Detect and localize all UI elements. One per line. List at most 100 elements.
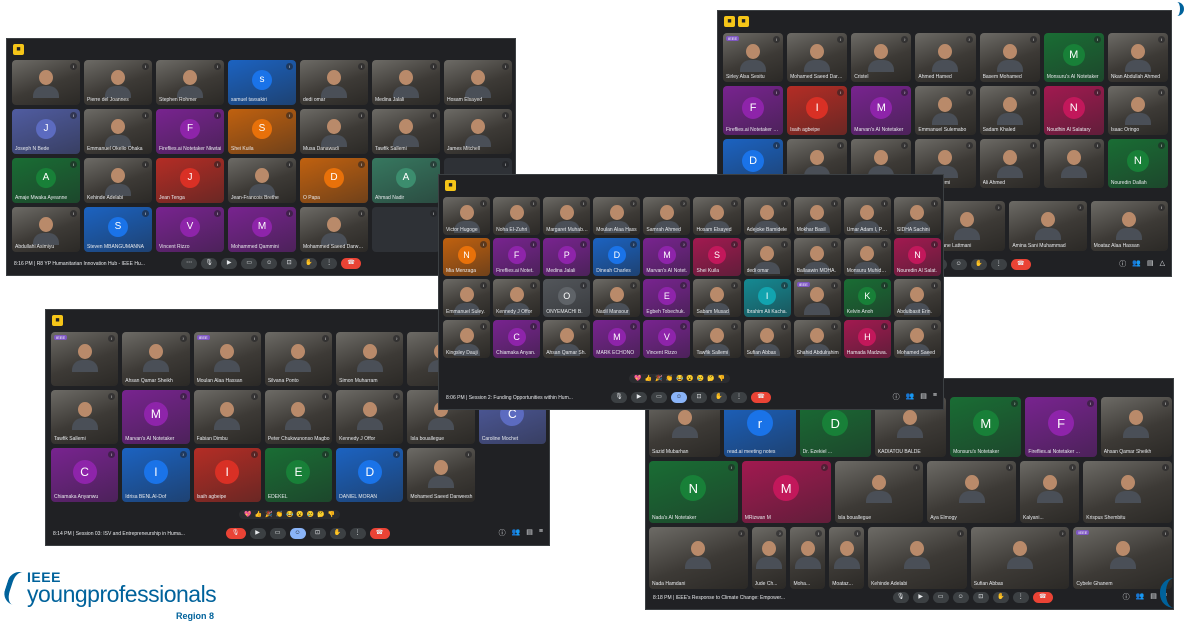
participant-tile[interactable]: ≀ Victor Hugoge xyxy=(443,197,491,235)
participant-tile[interactable]: ≀ Margaret Muhabba xyxy=(543,197,591,235)
info-icon[interactable]: ⓘ xyxy=(1119,259,1126,269)
participant-tile[interactable]: F ≀ Fireflies.ai Notet. xyxy=(493,238,541,276)
participant-tile[interactable]: ≀ Ahsan Qamar Sh. xyxy=(543,320,591,358)
present-button[interactable]: ⊡ xyxy=(972,592,989,603)
info-icon[interactable]: ⓘ xyxy=(1123,592,1130,602)
participant-tile[interactable]: ≀ xyxy=(1043,139,1104,188)
participant-tile[interactable]: F ≀ Fireflies.ai Notetaker ... xyxy=(1025,397,1097,457)
info-icon[interactable]: ⓘ xyxy=(499,528,506,538)
participant-tile[interactable]: A ≀ Amaje Mwaka Ayeanne xyxy=(12,158,80,203)
hand-button[interactable]: ✋ xyxy=(301,258,318,269)
participant-tile[interactable]: ≀ Fabian Dimbu xyxy=(193,390,261,444)
participant-tile[interactable]: N ≀ Nouredin Al Salat. xyxy=(893,238,941,276)
reaction-emoji[interactable]: 👍 xyxy=(644,375,651,382)
participant-tile[interactable]: ≀ Umar Adam I, Ph.D. xyxy=(843,197,891,235)
emoji-button[interactable]: ☺ xyxy=(261,258,278,269)
participant-tile[interactable]: N ≀ Nada's AI Notetaker xyxy=(649,461,738,523)
participant-tile[interactable]: M ≀ Marvan's AI Notet. xyxy=(643,238,691,276)
participant-tile[interactable]: N ≀ Mia Menzaga xyxy=(443,238,491,276)
participant-tile[interactable]: M ≀ Monsuru's AI Notetaker xyxy=(1043,33,1104,82)
participant-tile[interactable]: H ≀ Hamada Madzwa. xyxy=(843,320,891,358)
participant-tile[interactable]: ≀ Basem Mohamed xyxy=(979,33,1040,82)
participant-tile[interactable]: ≀ Mohammed Saeed Darweesh xyxy=(300,207,368,252)
participant-tile[interactable]: ≀ Nada Hamdani xyxy=(649,527,748,589)
participant-tile[interactable]: ≀ xyxy=(372,207,440,252)
participant-tile[interactable]: ≀ Kehinde Adelabi xyxy=(84,158,152,203)
participant-tile[interactable]: E ≀ Egbeh Tobechuk. xyxy=(643,279,691,317)
reaction-emoji[interactable]: 😂 xyxy=(286,511,293,518)
participant-tile[interactable]: ≀ Hosam Elsayed xyxy=(444,60,512,105)
participant-tile[interactable]: M ≀ Marvan's AI Notetaker xyxy=(122,390,190,444)
emoji-button[interactable]: ☺ xyxy=(671,392,687,403)
participant-tile[interactable]: S ≀ Shei Kuila xyxy=(228,109,296,154)
participant-tile[interactable]: ≀ Adejoke Bamidele xyxy=(743,197,791,235)
participant-tile[interactable]: ≀ Mohamed Saeed xyxy=(893,320,941,358)
participant-tile[interactable]: P ≀ Medina Jalali xyxy=(543,238,591,276)
participant-tile[interactable]: ≀ Medina Jalali xyxy=(372,60,440,105)
camera-button[interactable]: ▶ xyxy=(912,592,929,603)
activities-icon[interactable]: ≡ xyxy=(933,392,937,402)
participant-tile[interactable]: I ≀ Isaih agbeipe xyxy=(193,448,261,502)
participant-tile[interactable]: IEEE ≀ xyxy=(793,279,841,317)
more-button[interactable]: ⋮ xyxy=(1012,592,1029,603)
hand-button[interactable]: ✋ xyxy=(711,392,727,403)
participant-tile[interactable]: ≀ Abdulbasit Erin. xyxy=(893,279,941,317)
reaction-bar[interactable]: 💖 👍 🎉 👏 😂 😮 😢 🤔 👎 xyxy=(629,374,731,383)
reaction-emoji[interactable]: 👎 xyxy=(328,511,335,518)
participant-tile[interactable]: ≀ xyxy=(12,60,80,105)
reaction-emoji[interactable]: 💖 xyxy=(244,511,251,518)
people-icon[interactable]: 👥 xyxy=(512,528,521,538)
participant-tile[interactable]: ≀ Krispus Shembitu xyxy=(1083,461,1172,523)
participant-tile[interactable]: ≀ Moataz Alaa Hassan xyxy=(1090,201,1168,251)
participant-tile[interactable]: ≀ dedi omar xyxy=(300,60,368,105)
participant-tile[interactable]: ≀ Kehinde Adelabi xyxy=(868,527,967,589)
participant-tile[interactable]: ≀ Noha EI-Zuhri xyxy=(493,197,541,235)
more-button[interactable]: ⋮ xyxy=(349,528,366,539)
participant-tile[interactable]: ≀ Samrah Ahmed xyxy=(643,197,691,235)
participant-tile[interactable]: ≀ Emmanuel Okello Ohaka xyxy=(84,109,152,154)
reaction-emoji[interactable]: 👍 xyxy=(254,511,261,518)
participant-tile[interactable]: M ≀ MARK ECHONO xyxy=(593,320,641,358)
participant-tile[interactable]: ≀ Amina Sani Muhammad xyxy=(1009,201,1087,251)
reaction-emoji[interactable]: 😢 xyxy=(307,511,314,518)
participant-tile[interactable]: ≀ Kennedy J Offor xyxy=(336,390,404,444)
present-button[interactable]: ⊡ xyxy=(309,528,326,539)
participant-tile[interactable]: ≀ Sufian Abbas xyxy=(743,320,791,358)
participant-tile[interactable]: F ≀ Fireflies.ai Notetaker Nkwtai xyxy=(156,109,224,154)
participant-tile[interactable]: ≀ Moulan Alaa Hass xyxy=(593,197,641,235)
participant-tile[interactable]: M ≀ Monsuru's Notetaker xyxy=(950,397,1022,457)
mic-button[interactable]: 🎙 xyxy=(201,258,218,269)
reaction-emoji[interactable]: 🎉 xyxy=(655,375,662,382)
participant-tile[interactable]: ≀ Nkan Abdullah Ahmed xyxy=(1107,33,1168,82)
leave-call-button[interactable]: ☎ xyxy=(1032,592,1053,603)
participant-tile[interactable]: ≀ Moha... xyxy=(790,527,826,589)
participant-tile[interactable]: S ≀ Steven MBANGUMANNA xyxy=(84,207,152,252)
participant-tile[interactable]: C ≀ Chiamaka Anyan. xyxy=(493,320,541,358)
participant-tile[interactable]: M ≀ Mohammed Qammini xyxy=(228,207,296,252)
camera-button[interactable]: ▶ xyxy=(631,392,647,403)
chat-icon[interactable]: ▤ xyxy=(920,392,927,402)
mic-button[interactable]: 🎙 xyxy=(611,392,627,403)
camera-button[interactable]: ▶ xyxy=(221,258,238,269)
reaction-emoji[interactable]: 👏 xyxy=(665,375,672,382)
participant-tile[interactable]: ≀ Mokhar Basil xyxy=(793,197,841,235)
more-options-button[interactable]: ⋯ xyxy=(181,258,198,269)
participant-tile[interactable]: ≀ Mohamed Saeed Darweesh xyxy=(407,448,475,502)
chat-icon[interactable]: ▤ xyxy=(1147,259,1154,269)
participant-tile[interactable]: I ≀ Idrisa BENLAI-Dof xyxy=(122,448,190,502)
participant-tile[interactable]: ≀ Peter Chukwunonso Magbo xyxy=(264,390,333,444)
emoji-button[interactable]: ☺ xyxy=(952,592,969,603)
participant-tile[interactable]: S ≀ Shei Kuila xyxy=(693,238,741,276)
info-icon[interactable]: ⓘ xyxy=(893,392,900,402)
participant-tile[interactable]: ≀ Jean-Francois Brethe xyxy=(228,158,296,203)
participant-tile[interactable]: ≀ Emmanuel Sulemabo xyxy=(915,86,976,135)
reaction-emoji[interactable]: 😮 xyxy=(686,375,693,382)
chat-icon[interactable]: ▤ xyxy=(1150,592,1157,602)
participant-tile[interactable]: ≀ Kennedy J Offor xyxy=(493,279,541,317)
participant-tile[interactable]: ≀ Tawfik Sallemi xyxy=(372,109,440,154)
participant-tile[interactable]: ≀ Tawfik Sallemi xyxy=(693,320,741,358)
participant-tile[interactable]: D ≀ Dineah Charles xyxy=(593,238,641,276)
present-button[interactable]: ⊡ xyxy=(691,392,707,403)
participant-tile[interactable]: IEEE ≀ Sirley Alsa Sesitu xyxy=(723,33,784,82)
participant-tile[interactable]: A ≀ Ahmad Nadir xyxy=(372,158,440,203)
